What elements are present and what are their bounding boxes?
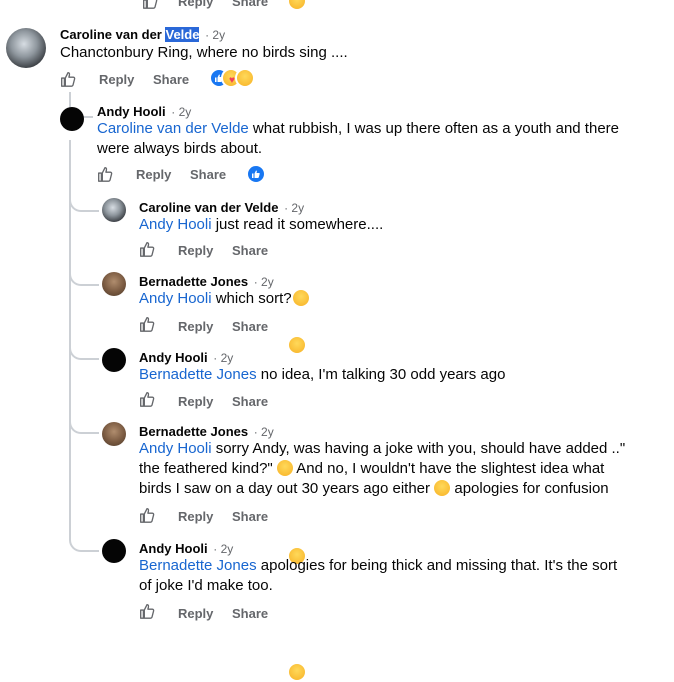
avatar[interactable]	[102, 348, 126, 372]
comment-time[interactable]: · 2y	[213, 351, 233, 365]
comment-text: Bernadette Jones no idea, I'm talking 30…	[139, 365, 505, 385]
haha-reaction-icon[interactable]	[287, 335, 307, 355]
comment-time[interactable]: · 2y	[254, 275, 274, 289]
comment-author[interactable]: Andy Hooli · 2y	[97, 104, 191, 119]
share-button[interactable]: Share	[190, 167, 226, 182]
avatar[interactable]	[102, 539, 126, 563]
like-icon[interactable]	[141, 0, 159, 10]
author-name[interactable]: Andy Hooli	[139, 350, 208, 365]
like-reaction-icon[interactable]	[246, 164, 266, 184]
like-icon[interactable]	[138, 315, 156, 333]
comment-text-part: were always birds about.	[97, 140, 263, 157]
reply-button[interactable]: Reply	[178, 606, 213, 621]
grin-emoji-icon	[276, 460, 293, 476]
comment-author[interactable]: Caroline van der Velde · 2y	[139, 200, 304, 215]
thread-branch	[69, 188, 99, 212]
mention-link[interactable]: Andy Hooli	[139, 440, 212, 457]
comment-text: Andy Hooli which sort?	[139, 289, 309, 309]
comment-time[interactable]: · 2y	[205, 28, 225, 42]
comment-text: Bernadette Jones apologies for being thi…	[139, 556, 659, 596]
reply-button[interactable]: Reply	[99, 72, 134, 87]
haha-reaction-icon	[235, 68, 255, 88]
comment-text-part: sorry Andy, was having a joke with you, …	[211, 440, 626, 457]
comment-text-part: what rubbish, I was up there often as a …	[248, 120, 619, 137]
comment-author[interactable]: Bernadette Jones · 2y	[139, 274, 274, 289]
mention-link[interactable]: Andy Hooli	[139, 216, 212, 233]
mention-link[interactable]: Bernadette Jones	[139, 366, 257, 383]
wink-emoji-icon	[292, 290, 309, 306]
mention-link[interactable]: Andy Hooli	[139, 290, 212, 307]
author-name[interactable]: Bernadette Jones	[139, 274, 248, 289]
like-icon[interactable]	[96, 165, 114, 183]
like-icon[interactable]	[59, 70, 77, 88]
comment-author[interactable]: Andy Hooli · 2y	[139, 350, 233, 365]
reply-button[interactable]: Reply	[178, 319, 213, 334]
reply-button[interactable]: Reply	[178, 0, 213, 9]
share-button[interactable]: Share	[232, 509, 268, 524]
avatar[interactable]	[102, 422, 126, 446]
share-button[interactable]: Share	[153, 72, 189, 87]
share-button[interactable]: Share	[232, 0, 268, 9]
haha-reaction-icon[interactable]	[287, 662, 307, 682]
thread-branch	[69, 410, 99, 434]
comment-author[interactable]: Caroline van der Velde · 2y	[60, 27, 225, 42]
author-name-part[interactable]: Caroline van der	[60, 27, 165, 42]
avatar[interactable]	[60, 107, 84, 131]
comment-text-part: apologies for being thick and missing th…	[256, 557, 618, 574]
reactions[interactable]: ♥	[209, 68, 257, 88]
comment-text: Caroline van der Velde what rubbish, I w…	[97, 119, 657, 159]
comment-text-part: of joke I'd make too.	[139, 577, 273, 594]
comment-text-part: no idea, I'm talking 30 odd years ago	[256, 366, 506, 383]
reply-button[interactable]: Reply	[136, 167, 171, 182]
mention-link[interactable]: Caroline van der Velde	[97, 120, 249, 137]
like-icon[interactable]	[138, 240, 156, 258]
like-icon[interactable]	[138, 390, 156, 408]
grin-emoji-icon	[434, 480, 451, 496]
thread-branch	[69, 262, 99, 286]
reply-button[interactable]: Reply	[178, 243, 213, 258]
comment-time[interactable]: · 2y	[284, 201, 304, 215]
comment-text: Chanctonbury Ring, where no birds sing .…	[60, 44, 348, 61]
comment-text-part: which sort?	[211, 290, 292, 307]
author-name[interactable]: Caroline van der Velde	[139, 200, 278, 215]
comment-author[interactable]: Bernadette Jones · 2y	[139, 424, 274, 439]
author-name[interactable]: Bernadette Jones	[139, 424, 248, 439]
comment-time[interactable]: · 2y	[171, 105, 191, 119]
comment-text-part: birds I saw on a day out 30 years ago ei…	[139, 480, 435, 497]
share-button[interactable]: Share	[232, 394, 268, 409]
reply-button[interactable]: Reply	[178, 509, 213, 524]
author-name[interactable]: Andy Hooli	[139, 541, 208, 556]
like-icon[interactable]	[138, 506, 156, 524]
comment-text: Andy Hooli just read it somewhere....	[139, 215, 383, 235]
comment-text: Andy Hooli sorry Andy, was having a joke…	[139, 439, 659, 499]
comment-text-part: apologies for confusion	[450, 480, 609, 497]
comment-time[interactable]: · 2y	[213, 542, 233, 556]
like-icon[interactable]	[138, 602, 156, 620]
comment-text-part: And no, I wouldn't have the slightest id…	[292, 460, 605, 477]
author-name-selected[interactable]: Velde	[165, 27, 200, 42]
author-name[interactable]: Andy Hooli	[97, 104, 166, 119]
share-button[interactable]: Share	[232, 243, 268, 258]
avatar[interactable]	[102, 272, 126, 296]
avatar[interactable]	[102, 198, 126, 222]
comment-author[interactable]: Andy Hooli · 2y	[139, 541, 233, 556]
avatar[interactable]	[6, 28, 46, 68]
comment-text-part: the feathered kind?"	[139, 460, 277, 477]
share-button[interactable]: Share	[232, 319, 268, 334]
thread-branch	[69, 336, 99, 360]
haha-reaction-icon	[287, 0, 307, 11]
share-button[interactable]: Share	[232, 606, 268, 621]
comment-text-part: just read it somewhere....	[211, 216, 384, 233]
reply-button[interactable]: Reply	[178, 394, 213, 409]
mention-link[interactable]: Bernadette Jones	[139, 557, 257, 574]
thread-branch	[69, 520, 99, 552]
comment-time[interactable]: · 2y	[254, 425, 274, 439]
